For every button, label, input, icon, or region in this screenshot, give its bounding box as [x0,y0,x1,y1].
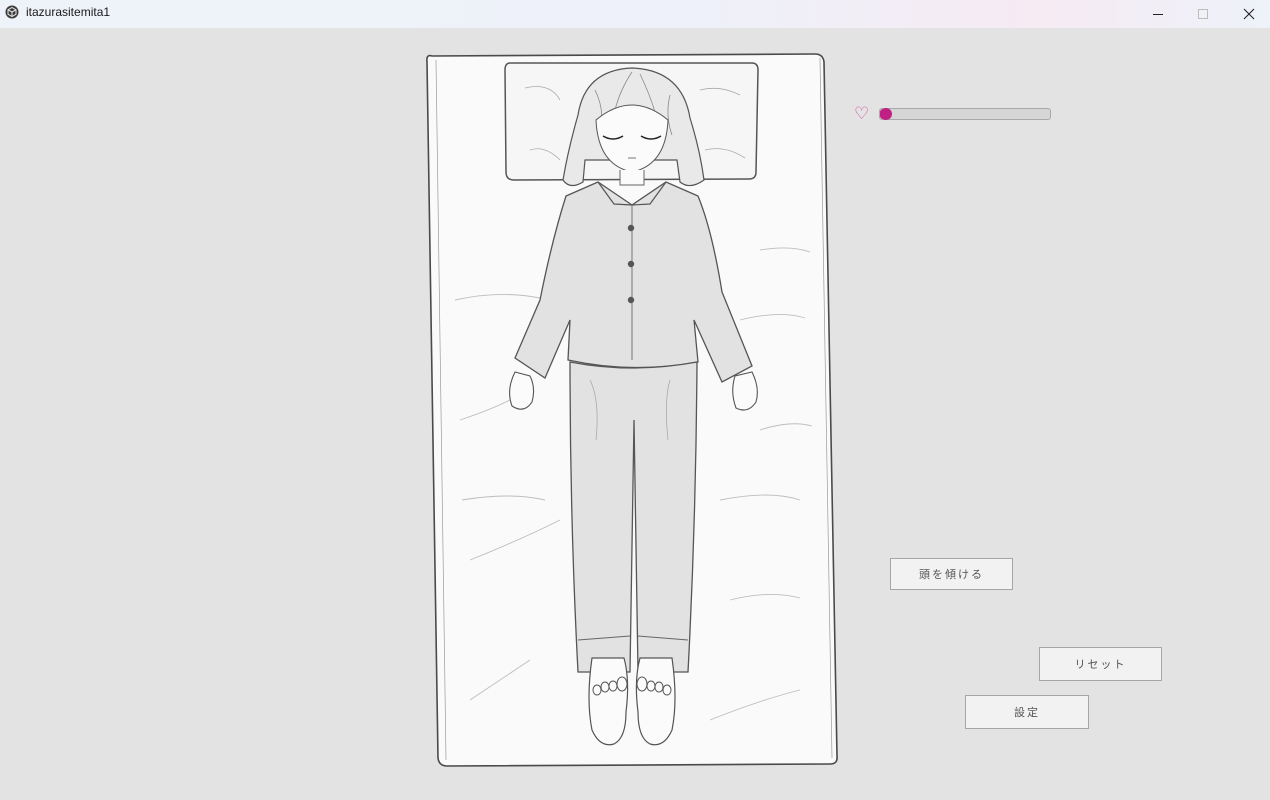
close-button[interactable] [1226,0,1270,28]
maximize-icon [1198,9,1208,19]
heart-icon: ♡ [854,104,870,124]
game-window: itazurasitemita1 ♡ 頭を傾ける リセット 設定 [0,0,1270,800]
reset-button[interactable]: リセット [1039,647,1162,681]
affection-meter-knob [880,108,892,120]
unity-cube-icon [5,5,19,19]
tilt-head-button[interactable]: 頭を傾ける [890,558,1013,590]
window-title: itazurasitemita1 [26,5,111,19]
game-stage: ♡ 頭を傾ける リセット 設定 [0,28,1270,800]
title-bar: itazurasitemita1 [0,0,1270,28]
close-icon [1243,8,1255,20]
settings-button[interactable]: 設定 [965,695,1089,729]
maximize-button[interactable] [1180,0,1226,28]
neck [619,170,645,186]
minimize-button[interactable] [1135,0,1181,28]
affection-meter [879,108,1051,120]
sleeping-girl-on-bed-illustration[interactable] [0,28,1270,800]
minimize-icon [1153,14,1163,15]
